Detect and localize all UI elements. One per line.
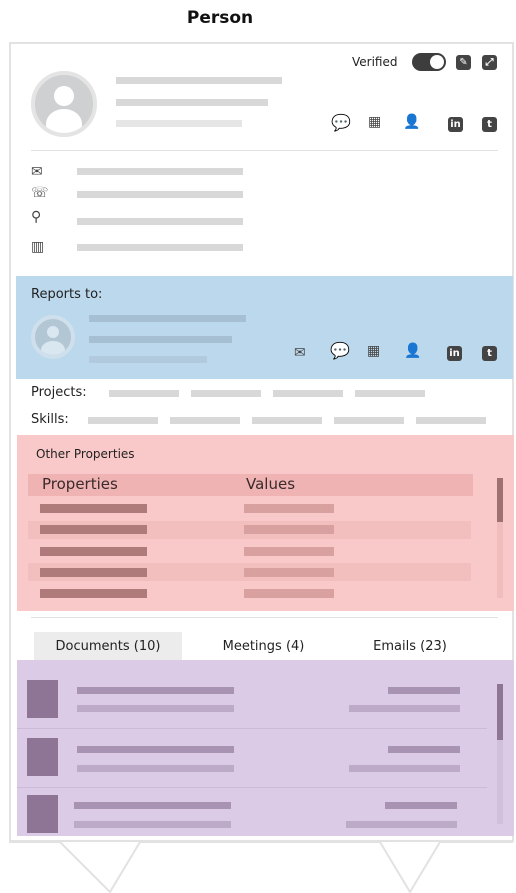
- phone-placeholder: [77, 191, 243, 198]
- verified-toggle[interactable]: [412, 53, 446, 71]
- manager-name-placeholder: [89, 315, 246, 322]
- other-properties-title: Other Properties: [36, 447, 135, 461]
- manager-linkedin-icon[interactable]: in: [447, 346, 462, 361]
- tab-emails[interactable]: Emails (23): [345, 632, 475, 662]
- verified-label: Verified: [352, 55, 398, 69]
- mail-icon: ✉: [31, 164, 43, 180]
- skill-tag[interactable]: [252, 417, 322, 424]
- document-thumbnail[interactable]: [27, 795, 58, 833]
- project-tag[interactable]: [191, 390, 261, 397]
- manager-chat-icon[interactable]: 💬: [330, 343, 350, 359]
- divider: [17, 787, 487, 788]
- person-avatar: [31, 71, 97, 137]
- document-size: [349, 765, 460, 772]
- manager-title-placeholder: [89, 336, 232, 343]
- column-header-values: Values: [246, 475, 296, 493]
- reports-to-label: Reports to:: [31, 287, 103, 302]
- edit-icon[interactable]: ✎: [456, 55, 471, 70]
- page-title: Person: [186, 8, 254, 28]
- manager-sub-placeholder: [89, 356, 207, 363]
- divider: [31, 617, 498, 618]
- skill-tag[interactable]: [88, 417, 158, 424]
- location-icon: ⚲: [31, 209, 42, 225]
- phone-icon: ☏: [31, 185, 49, 201]
- document-meta: [77, 705, 234, 712]
- skills-label: Skills:: [31, 412, 69, 427]
- chat-icon[interactable]: 💬: [331, 115, 351, 131]
- project-tag[interactable]: [273, 390, 343, 397]
- manager-avatar[interactable]: [31, 315, 75, 359]
- property-value: [244, 525, 334, 534]
- document-size: [349, 705, 460, 712]
- property-name: [40, 589, 147, 598]
- properties-scrollbar[interactable]: [497, 478, 503, 598]
- document-title[interactable]: [74, 802, 231, 809]
- manager-calendar-icon[interactable]: ▦: [367, 343, 380, 359]
- document-thumbnail[interactable]: [27, 738, 58, 776]
- expand-icon[interactable]: ⤢: [482, 55, 497, 70]
- manager-mail-icon[interactable]: ✉: [294, 345, 306, 361]
- skill-tag[interactable]: [416, 417, 486, 424]
- property-name: [40, 547, 147, 556]
- manager-twitter-icon[interactable]: t: [482, 346, 497, 361]
- document-date: [388, 687, 460, 694]
- property-name: [40, 525, 147, 534]
- projects-label: Projects:: [31, 385, 87, 400]
- title-placeholder: [116, 99, 268, 106]
- divider: [31, 150, 498, 151]
- column-header-properties: Properties: [42, 475, 118, 493]
- company-placeholder: [77, 244, 243, 251]
- document-date: [385, 802, 457, 809]
- add-user-icon[interactable]: 👤: [403, 114, 420, 130]
- property-value: [244, 504, 334, 513]
- property-name: [40, 568, 147, 577]
- tab-documents[interactable]: Documents (10): [34, 632, 182, 662]
- callout-pointers: [9, 841, 513, 893]
- project-tag[interactable]: [355, 390, 425, 397]
- building-icon: ▥: [31, 239, 45, 255]
- document-title[interactable]: [77, 746, 234, 753]
- linkedin-icon[interactable]: in: [448, 117, 463, 132]
- document-thumbnail[interactable]: [27, 680, 58, 718]
- document-meta: [74, 821, 231, 828]
- project-tag[interactable]: [109, 390, 179, 397]
- divider: [17, 728, 487, 729]
- property-value: [244, 568, 334, 577]
- property-value: [244, 547, 334, 556]
- calendar-icon[interactable]: ▦: [368, 114, 381, 130]
- manager-add-user-icon[interactable]: 👤: [404, 343, 421, 359]
- document-date: [388, 746, 460, 753]
- location-placeholder: [77, 218, 243, 225]
- property-name: [40, 504, 147, 513]
- name-placeholder: [116, 77, 282, 84]
- skill-tag[interactable]: [170, 417, 240, 424]
- document-meta: [77, 765, 234, 772]
- skill-tag[interactable]: [334, 417, 404, 424]
- documents-scrollbar[interactable]: [497, 684, 503, 824]
- tab-meetings[interactable]: Meetings (4): [196, 632, 331, 662]
- subtitle-placeholder: [116, 120, 242, 127]
- document-title[interactable]: [77, 687, 234, 694]
- document-size: [346, 821, 457, 828]
- property-value: [244, 589, 334, 598]
- twitter-icon[interactable]: t: [482, 117, 497, 132]
- email-placeholder: [77, 168, 243, 175]
